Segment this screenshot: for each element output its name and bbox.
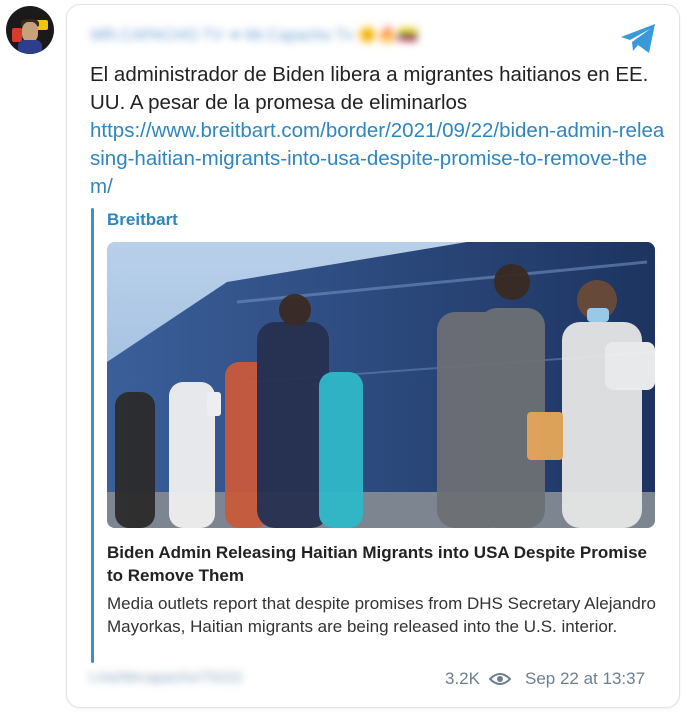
message-link[interactable]: https://www.breitbart.com/border/2021/09… — [90, 117, 665, 201]
message-text: El administrador de Biden libera a migra… — [90, 63, 649, 114]
post-date[interactable]: Sep 22 at 13:37 — [525, 669, 645, 689]
preview-title[interactable]: Biden Admin Releasing Haitian Migrants i… — [107, 541, 662, 587]
preview-description: Media outlets report that despite promis… — [107, 594, 656, 636]
telegram-plane-icon[interactable] — [619, 23, 657, 55]
preview-site-name[interactable]: Breitbart — [107, 210, 178, 230]
preview-image[interactable] — [107, 242, 655, 528]
avatar-body — [18, 40, 42, 54]
channel-avatar[interactable] — [6, 6, 54, 54]
migrants-photo — [107, 242, 655, 528]
channel-name[interactable]: MR.CAPACHO TV ➜ Mr.Capacho Tv 🌞🔥🇪🇨 — [91, 25, 521, 47]
message-card: MR.CAPACHO TV ➜ Mr.Capacho Tv 🌞🔥🇪🇨 El ad… — [66, 4, 680, 708]
eye-icon — [489, 673, 511, 685]
avatar-face — [22, 22, 38, 42]
post-author-link[interactable]: t.me/Mrcapacho/75222 — [89, 669, 289, 689]
preview-accent-bar — [91, 208, 94, 663]
views-count: 3.2K — [445, 669, 480, 688]
